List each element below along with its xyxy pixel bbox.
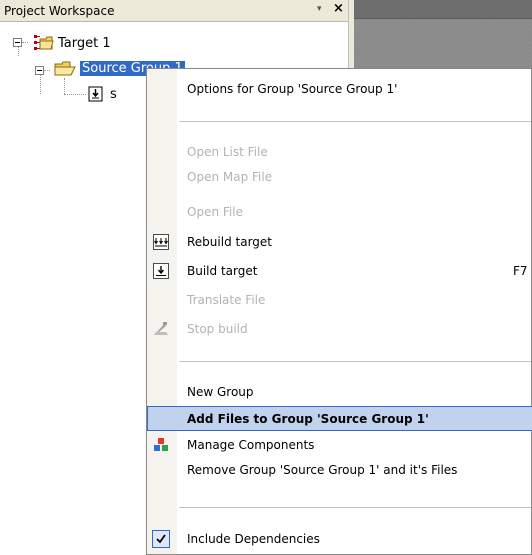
tree-item-file[interactable]: s bbox=[110, 87, 117, 102]
group-expander[interactable] bbox=[35, 66, 44, 75]
menu-separator bbox=[179, 121, 531, 122]
menu-item-stop-build-label: Stop build bbox=[187, 322, 248, 336]
menu-item-include-dependencies[interactable]: Include Dependencies bbox=[147, 528, 532, 550]
pin-dropdown-icon[interactable]: ▾ bbox=[317, 4, 327, 14]
menu-separator bbox=[179, 361, 531, 362]
build-shortcut: F7 bbox=[513, 264, 528, 278]
menu-item-remove-group-label: Remove Group 'Source Group 1' and it's F… bbox=[187, 463, 458, 477]
panel-header: Project Workspace ▾ × bbox=[0, 0, 348, 22]
build-icon bbox=[153, 263, 169, 279]
folder-open-icon bbox=[54, 60, 76, 78]
menu-item-open-file: Open File bbox=[147, 201, 532, 223]
close-icon[interactable]: × bbox=[333, 2, 344, 16]
editor-header bbox=[354, 0, 532, 19]
menu-item-translate-file-label: Translate File bbox=[187, 293, 266, 307]
menu-item-build-target-label: Build target bbox=[187, 264, 258, 278]
manage-components-icon bbox=[153, 437, 169, 453]
menu-item-build-target[interactable]: Build target F7 bbox=[147, 260, 532, 282]
tree-item-target[interactable]: Target 1 bbox=[58, 36, 111, 51]
menu-item-manage-components[interactable]: Manage Components bbox=[147, 434, 532, 456]
menu-item-open-map-file: Open Map File bbox=[147, 166, 532, 188]
menu-item-stop-build: Stop build bbox=[147, 318, 532, 340]
menu-item-new-group[interactable]: New Group bbox=[147, 381, 532, 403]
project-target-icon bbox=[34, 34, 54, 52]
menu-item-add-files-label: Add Files to Group 'Source Group 1' bbox=[187, 412, 429, 426]
rebuild-icon bbox=[153, 234, 169, 250]
menu-item-rebuild-target[interactable]: Rebuild target bbox=[147, 231, 532, 253]
menu-item-open-list-file: Open List File bbox=[147, 141, 532, 163]
target-expander[interactable] bbox=[13, 38, 22, 47]
menu-item-include-dependencies-label: Include Dependencies bbox=[187, 532, 320, 546]
checkmark-icon bbox=[152, 530, 170, 548]
menu-item-translate-file: Translate File bbox=[147, 289, 532, 311]
menu-separator bbox=[179, 507, 531, 508]
menu-item-manage-components-label: Manage Components bbox=[187, 438, 315, 452]
context-menu: Options for Group 'Source Group 1' Open … bbox=[146, 68, 532, 555]
panel-title: Project Workspace bbox=[4, 4, 115, 18]
menu-item-add-files[interactable]: Add Files to Group 'Source Group 1' bbox=[147, 406, 532, 431]
menu-item-options-label: Options for Group 'Source Group 1' bbox=[187, 82, 398, 96]
menu-item-open-map-file-label: Open Map File bbox=[187, 170, 273, 184]
menu-item-open-list-file-label: Open List File bbox=[187, 145, 268, 159]
menu-item-new-group-label: New Group bbox=[187, 385, 254, 399]
menu-item-open-file-label: Open File bbox=[187, 205, 243, 219]
menu-item-rebuild-target-label: Rebuild target bbox=[187, 235, 272, 249]
stop-build-icon bbox=[153, 321, 169, 337]
source-file-icon bbox=[88, 86, 104, 102]
menu-item-options[interactable]: Options for Group 'Source Group 1' bbox=[147, 78, 532, 100]
menu-item-remove-group[interactable]: Remove Group 'Source Group 1' and it's F… bbox=[147, 459, 532, 481]
